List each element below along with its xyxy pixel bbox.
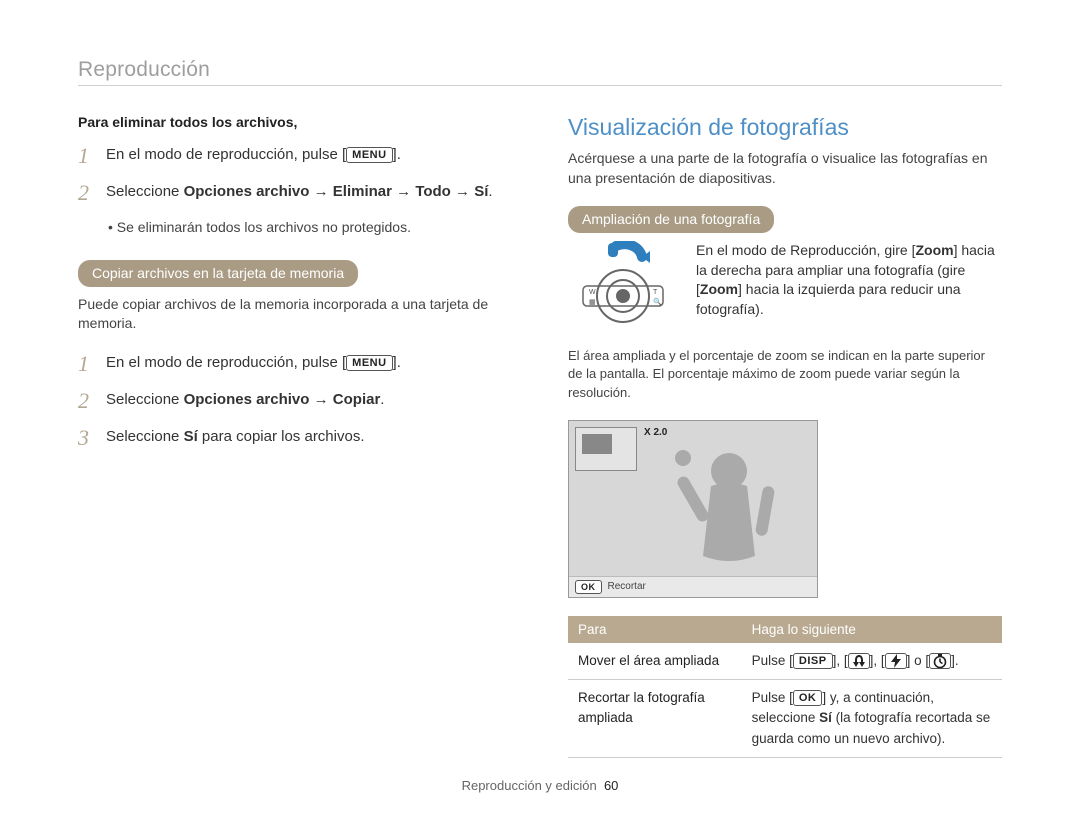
step-text: En el modo de reproducción, pulse [MENU]… xyxy=(106,144,512,167)
step-number: 1 xyxy=(78,144,96,167)
menu-button-icon: MENU xyxy=(346,355,392,371)
bold: Sí xyxy=(819,710,832,725)
timer-icon xyxy=(929,653,951,669)
text: Seleccione xyxy=(106,428,184,445)
copy-section-pill: Copiar archivos en la tarjeta de memoria xyxy=(78,260,358,287)
preview-main: X 2.0 xyxy=(569,421,817,576)
footer-section: Reproducción y edición xyxy=(462,778,597,793)
thumbnail-highlight xyxy=(582,434,612,454)
text: . xyxy=(488,183,492,200)
delete-all-heading: Para eliminar todos los archivos, xyxy=(78,114,512,130)
ok-button-icon: OK xyxy=(793,690,823,706)
silhouette-figure xyxy=(659,436,799,576)
zoom-instruction: En el modo de Reproducción, gire [Zoom] … xyxy=(696,241,1002,331)
page-number: 60 xyxy=(604,778,618,793)
preview-thumbnail xyxy=(575,427,637,471)
bold: Opciones archivo xyxy=(184,183,310,200)
bold: Todo xyxy=(415,183,451,200)
delete-note-bullet: Se eliminarán todos los archivos no prot… xyxy=(108,218,512,238)
disp-button-icon: DISP xyxy=(793,653,833,669)
text: En el modo de reproducción, pulse [ xyxy=(106,146,346,163)
copy-section-desc: Puede copiar archivos de la memoria inco… xyxy=(78,295,512,334)
action-name: Recortar la fotografía ampliada xyxy=(568,680,742,758)
step-number: 2 xyxy=(78,389,96,412)
actions-table: Para Haga lo siguiente Mover el área amp… xyxy=(568,616,1002,758)
text: ], [ xyxy=(870,653,885,668)
content-columns: Para eliminar todos los archivos, 1 En e… xyxy=(78,114,1002,758)
zoom-dial-illustration: W T ▦ 🔍 xyxy=(568,241,678,331)
action-howto: Pulse [OK] y, a continuación, seleccione… xyxy=(742,680,1002,758)
right-title: Visualización de fotografías xyxy=(568,114,1002,141)
flash-icon xyxy=(885,653,907,669)
left-column: Para eliminar todos los archivos, 1 En e… xyxy=(78,114,512,758)
copy-step-2: 2 Seleccione Opciones archivo → Copiar. xyxy=(78,389,512,412)
arrow: → xyxy=(451,183,474,200)
text: para copiar los archivos. xyxy=(198,428,365,445)
right-intro: Acérquese a una parte de la fotografía o… xyxy=(568,149,1002,188)
text: Pulse [ xyxy=(752,690,793,705)
step-number: 1 xyxy=(78,352,96,375)
arrow: → xyxy=(392,183,415,200)
text: Pulse [ xyxy=(752,653,793,668)
enlarge-section-pill: Ampliación de una fotografía xyxy=(568,206,774,233)
macro-down-icon xyxy=(848,653,870,669)
step-text: Seleccione Opciones archivo → Eliminar →… xyxy=(106,181,512,204)
svg-text:▦: ▦ xyxy=(589,299,596,306)
step-number: 2 xyxy=(78,181,96,204)
bold: Opciones archivo xyxy=(184,391,310,408)
action-howto: Pulse [DISP], [], [] o []. xyxy=(742,643,1002,680)
right-column: Visualización de fotografías Acérquese a… xyxy=(568,114,1002,758)
svg-text:W: W xyxy=(589,289,596,296)
page-header: Reproducción xyxy=(78,58,1002,82)
text: . xyxy=(380,391,384,408)
copy-step-1: 1 En el modo de reproducción, pulse [MEN… xyxy=(78,352,512,375)
bold: Zoom xyxy=(915,242,953,258)
text: Seleccione xyxy=(106,391,184,408)
text: ]. xyxy=(393,146,401,163)
text: Seleccione xyxy=(106,183,184,200)
bold: Copiar xyxy=(333,391,381,408)
step-text: Seleccione Sí para copiar los archivos. xyxy=(106,426,512,449)
copy-step-3: 3 Seleccione Sí para copiar los archivos… xyxy=(78,426,512,449)
arrow: → xyxy=(309,391,332,408)
table-header: Para xyxy=(568,616,742,643)
ok-button-icon: OK xyxy=(575,580,602,594)
bold: Zoom xyxy=(700,281,738,297)
menu-button-icon: MENU xyxy=(346,147,392,163)
bold: Eliminar xyxy=(333,183,392,200)
svg-text:🔍: 🔍 xyxy=(653,297,662,306)
table-row: Recortar la fotografía ampliada Pulse [O… xyxy=(568,680,1002,758)
crop-label: Recortar xyxy=(608,581,646,592)
zoom-preview-box: X 2.0 OK Recortar xyxy=(568,420,818,598)
text: ]. xyxy=(951,653,959,668)
table-header: Haga lo siguiente xyxy=(742,616,1002,643)
page-footer: Reproducción y edición 60 xyxy=(0,778,1080,793)
arrow: → xyxy=(309,183,332,200)
step-text: En el modo de reproducción, pulse [MENU]… xyxy=(106,352,512,375)
action-name: Mover el área ampliada xyxy=(568,643,742,680)
delete-step-1: 1 En el modo de reproducción, pulse [MEN… xyxy=(78,144,512,167)
table-row: Mover el área ampliada Pulse [DISP], [],… xyxy=(568,643,1002,680)
bold: Sí xyxy=(474,183,488,200)
text: En el modo de reproducción, pulse [ xyxy=(106,354,346,371)
table-header-row: Para Haga lo siguiente xyxy=(568,616,1002,643)
text: ], [ xyxy=(833,653,848,668)
preview-footer: OK Recortar xyxy=(569,576,817,597)
step-number: 3 xyxy=(78,426,96,449)
zoom-row: W T ▦ 🔍 En el modo de Reproducción, gire… xyxy=(568,241,1002,331)
svg-text:T: T xyxy=(653,289,658,296)
delete-step-2: 2 Seleccione Opciones archivo → Eliminar… xyxy=(78,181,512,204)
text: ] o [ xyxy=(907,653,930,668)
step-text: Seleccione Opciones archivo → Copiar. xyxy=(106,389,512,412)
bold: Sí xyxy=(184,428,198,445)
header-rule xyxy=(78,85,1002,86)
text: En el modo de Reproducción, gire [ xyxy=(696,242,915,258)
text: ]. xyxy=(393,354,401,371)
zoom-note: El área ampliada y el porcentaje de zoom… xyxy=(568,347,1002,402)
